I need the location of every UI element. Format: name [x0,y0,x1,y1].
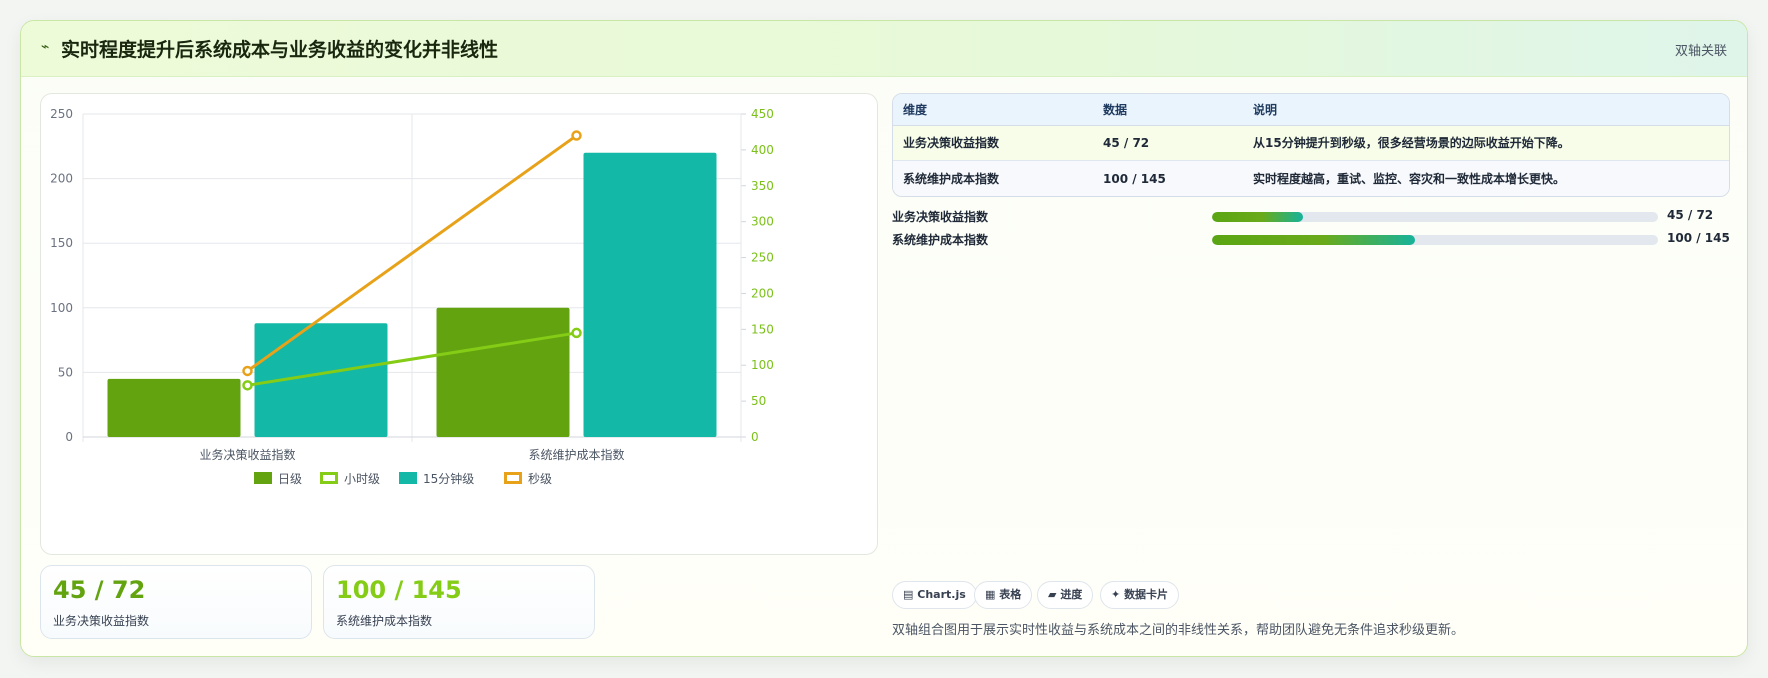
y-left-tick-label: 250 [50,107,73,121]
progress-icon: ▰ [1048,588,1057,601]
progress-label: 业务决策收益指数 [892,210,989,224]
y-right-tick-label: 150 [751,322,774,336]
table-cell-note: 实时程度越高，重试、监控、容灾和一致性成本增长更快。 [1253,172,1566,186]
table-cell-note: 从15分钟提升到秒级，很多经营场景的边际收益开始下降。 [1253,136,1570,150]
tag-table[interactable]: ▦ 表格 [974,581,1033,609]
y-left-tick-label: 50 [58,365,73,379]
kpi-label: 系统维护成本指数 [336,614,433,628]
progress-track [1212,212,1658,222]
kpi-label: 业务决策收益指数 [53,614,150,628]
page-title: 实时程度提升后系统成本与业务收益的变化并非线性 [61,39,499,61]
kpi-value: 100 / 145 [336,576,462,604]
table-row: 系统维护成本指数 100 / 145 实时程度越高，重试、监控、容灾和一致性成本… [893,161,1729,196]
dashboard-card: ⌁ 实时程度提升后系统成本与业务收益的变化并非线性 双轴关联 0 50 100 150… [20,20,1748,657]
kpi-card-cost: 100 / 145 系统维护成本指数 [323,565,595,639]
y-right-tick-label: 350 [751,179,774,193]
card-header: ⌁ 实时程度提升后系统成本与业务收益的变化并非线性 双轴关联 [21,21,1747,77]
bar-15分钟级 [583,152,717,437]
table-header-row: 维度 数据 说明 [893,94,1729,126]
dual-axis-tag: 双轴关联 [1674,44,1727,59]
chart-icon: ▤ [903,588,914,601]
y-right-tick-label: 450 [751,107,774,121]
table-header-data: 数据 [1103,103,1128,117]
y-right-tick-label: 300 [751,215,774,229]
x-tick-label: 业务决策收益指数 [199,447,295,462]
sparkle-icon: ✦ [1111,588,1121,601]
point-秒级 [571,130,582,141]
table-row: 业务决策收益指数 45 / 72 从15分钟提升到秒级，很多经营场景的边际收益开… [893,126,1729,161]
table-header-dimension: 维度 [903,103,928,117]
table-cell-data: 45 / 72 [1103,136,1150,150]
progress-fill [1212,212,1303,222]
legend-swatch [320,472,338,484]
table-cell-data: 100 / 145 [1103,172,1166,186]
footnote: 双轴组合图用于展示实时性收益与系统成本之间的非线性关系，帮助团队避免无条件追求秒… [892,623,1465,638]
progress-value: 100 / 145 [1667,231,1730,245]
progress-fill [1212,235,1415,245]
tag-label: 表格 [999,588,1022,601]
y-right-tick-label: 100 [751,358,774,372]
progress-label: 系统维护成本指数 [892,233,989,247]
point-秒级 [242,365,253,377]
progress-row: 系统维护成本指数 100 / 145 [892,231,1732,247]
table-header-note: 说明 [1253,103,1278,117]
y-left-tick-label: 200 [50,172,73,186]
y-right-tick-label: 200 [751,286,774,300]
progress-row: 业务决策收益指数 45 / 72 [892,208,1732,224]
table-icon: ▦ [985,588,996,601]
point-小时级 [571,327,582,339]
legend-label: 15分钟级 [423,471,474,486]
bar-日级 [436,307,570,437]
tag-progress[interactable]: ▰ 进度 [1037,581,1094,609]
data-table: 维度 数据 说明 业务决策收益指数 45 / 72 从15分钟提升到秒级，很多经… [892,93,1730,197]
table-cell-dimension: 业务决策收益指数 [903,136,1000,150]
y-left-tick-label: 0 [65,430,73,444]
tag-chartjs[interactable]: ▤ Chart.js [892,581,977,609]
legend-label: 秒级 [528,472,552,486]
combo-chart: 0 50 100 150 200 250 0 50 100 150 200 250 300 350 400 4… [40,93,878,555]
legend-label: 日级 [278,472,302,486]
legend-swatch [504,472,522,484]
point-小时级 [242,380,253,391]
lightning-icon: ⌁ [41,39,50,55]
legend-label: 小时级 [344,472,380,486]
y-right-tick-label: 400 [751,143,774,157]
tag-data-card[interactable]: ✦ 数据卡片 [1100,581,1180,609]
kpi-card-benefit: 45 / 72 业务决策收益指数 [40,565,312,639]
progress-track [1212,235,1658,245]
table-cell-dimension: 系统维护成本指数 [903,172,1000,186]
y-right-tick-label: 0 [751,430,759,444]
legend-swatch [254,472,272,484]
y-left-tick-label: 100 [50,301,73,315]
x-tick-label: 系统维护成本指数 [528,447,624,462]
legend-swatch [399,472,417,484]
bar-日级 [107,378,241,437]
tag-label: 进度 [1060,588,1083,601]
tag-label: Chart.js [917,588,966,601]
y-right-tick-label: 50 [751,394,766,408]
y-left-tick-label: 150 [50,236,73,250]
progress-value: 45 / 72 [1667,208,1714,222]
tag-label: 数据卡片 [1124,588,1169,601]
kpi-value: 45 / 72 [53,576,146,604]
chart-svg: 0 50 100 150 200 250 0 50 100 150 200 250 300 350 400 4… [50,107,774,486]
y-right-tick-label: 250 [751,251,774,265]
